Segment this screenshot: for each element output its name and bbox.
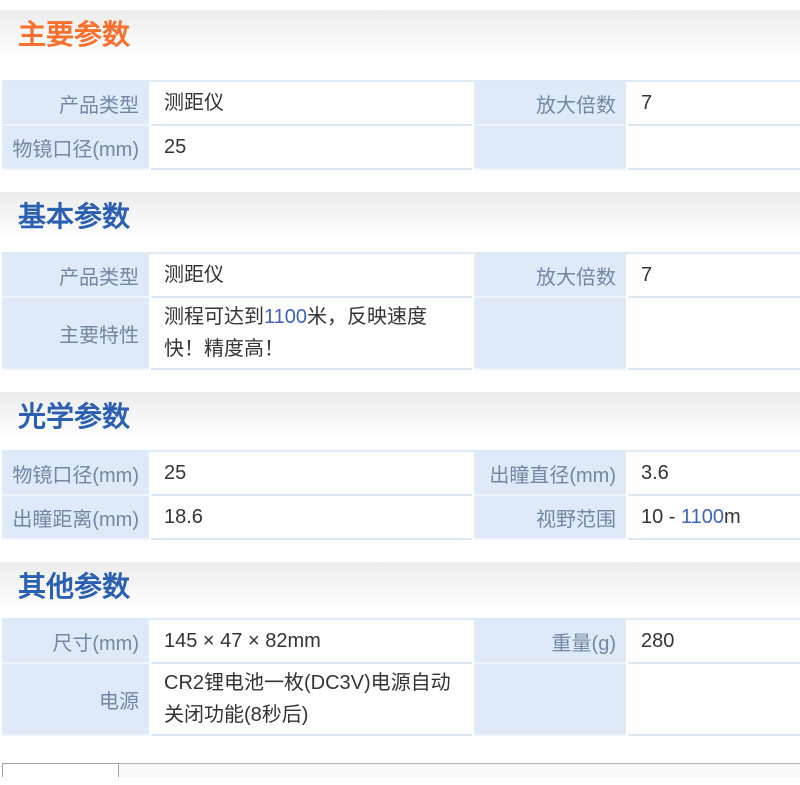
table-row: 物镜口径(mm) 25 出瞳直径(mm) 3.6 bbox=[2, 452, 800, 496]
param-label bbox=[474, 664, 626, 736]
section-header-optical-params: 光学参数 bbox=[0, 392, 800, 438]
section-header-main-params: 主要参数 bbox=[0, 10, 800, 56]
param-label: 主要特性 bbox=[2, 298, 149, 370]
param-label: 视野范围 bbox=[474, 496, 626, 540]
param-label: 产品类型 bbox=[2, 254, 149, 298]
section-header-other-params: 其他参数 bbox=[0, 562, 800, 608]
param-value: 10 - 1100m bbox=[628, 496, 800, 540]
table-row: 尺寸(mm) 145 × 47 × 82mm 重量(g) 280 bbox=[2, 620, 800, 664]
param-label: 重量(g) bbox=[474, 620, 626, 664]
section-title: 其他参数 bbox=[18, 565, 130, 605]
param-label bbox=[474, 298, 626, 370]
table-row: 产品类型 测距仪 放大倍数 7 bbox=[2, 254, 800, 298]
param-value: 25 bbox=[151, 452, 472, 496]
param-value: CR2锂电池一枚(DC3V)电源自动关闭功能(8秒后) bbox=[151, 664, 472, 736]
param-label: 出瞳直径(mm) bbox=[474, 452, 626, 496]
table-row: 产品类型 测距仪 放大倍数 7 bbox=[2, 82, 800, 126]
param-label: 电源 bbox=[2, 664, 149, 736]
section-title: 主要参数 bbox=[18, 13, 130, 53]
table-row: 电源 CR2锂电池一枚(DC3V)电源自动关闭功能(8秒后) bbox=[2, 664, 800, 736]
table-row: 出瞳距离(mm) 18.6 视野范围 10 - 1100m bbox=[2, 496, 800, 540]
param-value: 7 bbox=[628, 82, 800, 126]
param-value: 测距仪 bbox=[151, 254, 472, 298]
param-value: 7 bbox=[628, 254, 800, 298]
param-value: 25 bbox=[151, 126, 472, 170]
param-value: 280 bbox=[628, 620, 800, 664]
param-label: 放大倍数 bbox=[474, 254, 626, 298]
params-table-other: 尺寸(mm) 145 × 47 × 82mm 重量(g) 280 电源 CR2锂… bbox=[2, 618, 800, 736]
param-value: 测程可达到1100米，反映速度快！精度高！ bbox=[151, 298, 472, 370]
param-label: 放大倍数 bbox=[474, 82, 626, 126]
param-value bbox=[628, 126, 800, 170]
param-value: 18.6 bbox=[151, 496, 472, 540]
param-value bbox=[628, 664, 800, 736]
param-value: 3.6 bbox=[628, 452, 800, 496]
param-label: 物镜口径(mm) bbox=[2, 126, 149, 170]
params-table-main: 产品类型 测距仪 放大倍数 7 物镜口径(mm) 25 bbox=[2, 80, 800, 170]
section-title: 基本参数 bbox=[18, 195, 130, 235]
params-table-optical: 物镜口径(mm) 25 出瞳直径(mm) 3.6 出瞳距离(mm) 18.6 视… bbox=[2, 450, 800, 540]
param-value: 145 × 47 × 82mm bbox=[151, 620, 472, 664]
section-title: 光学参数 bbox=[18, 395, 130, 435]
table-row: 物镜口径(mm) 25 bbox=[2, 126, 800, 170]
param-label: 出瞳距离(mm) bbox=[2, 496, 149, 540]
param-value: 测距仪 bbox=[151, 82, 472, 126]
param-label: 物镜口径(mm) bbox=[2, 452, 149, 496]
param-label bbox=[474, 126, 626, 170]
table-row: 主要特性 测程可达到1100米，反映速度快！精度高！ bbox=[2, 298, 800, 370]
param-value bbox=[628, 298, 800, 370]
section-header-basic-params: 基本参数 bbox=[0, 192, 800, 238]
params-table-basic: 产品类型 测距仪 放大倍数 7 主要特性 测程可达到1100米，反映速度快！精度… bbox=[2, 252, 800, 370]
param-label: 尺寸(mm) bbox=[2, 620, 149, 664]
param-label: 产品类型 bbox=[2, 82, 149, 126]
